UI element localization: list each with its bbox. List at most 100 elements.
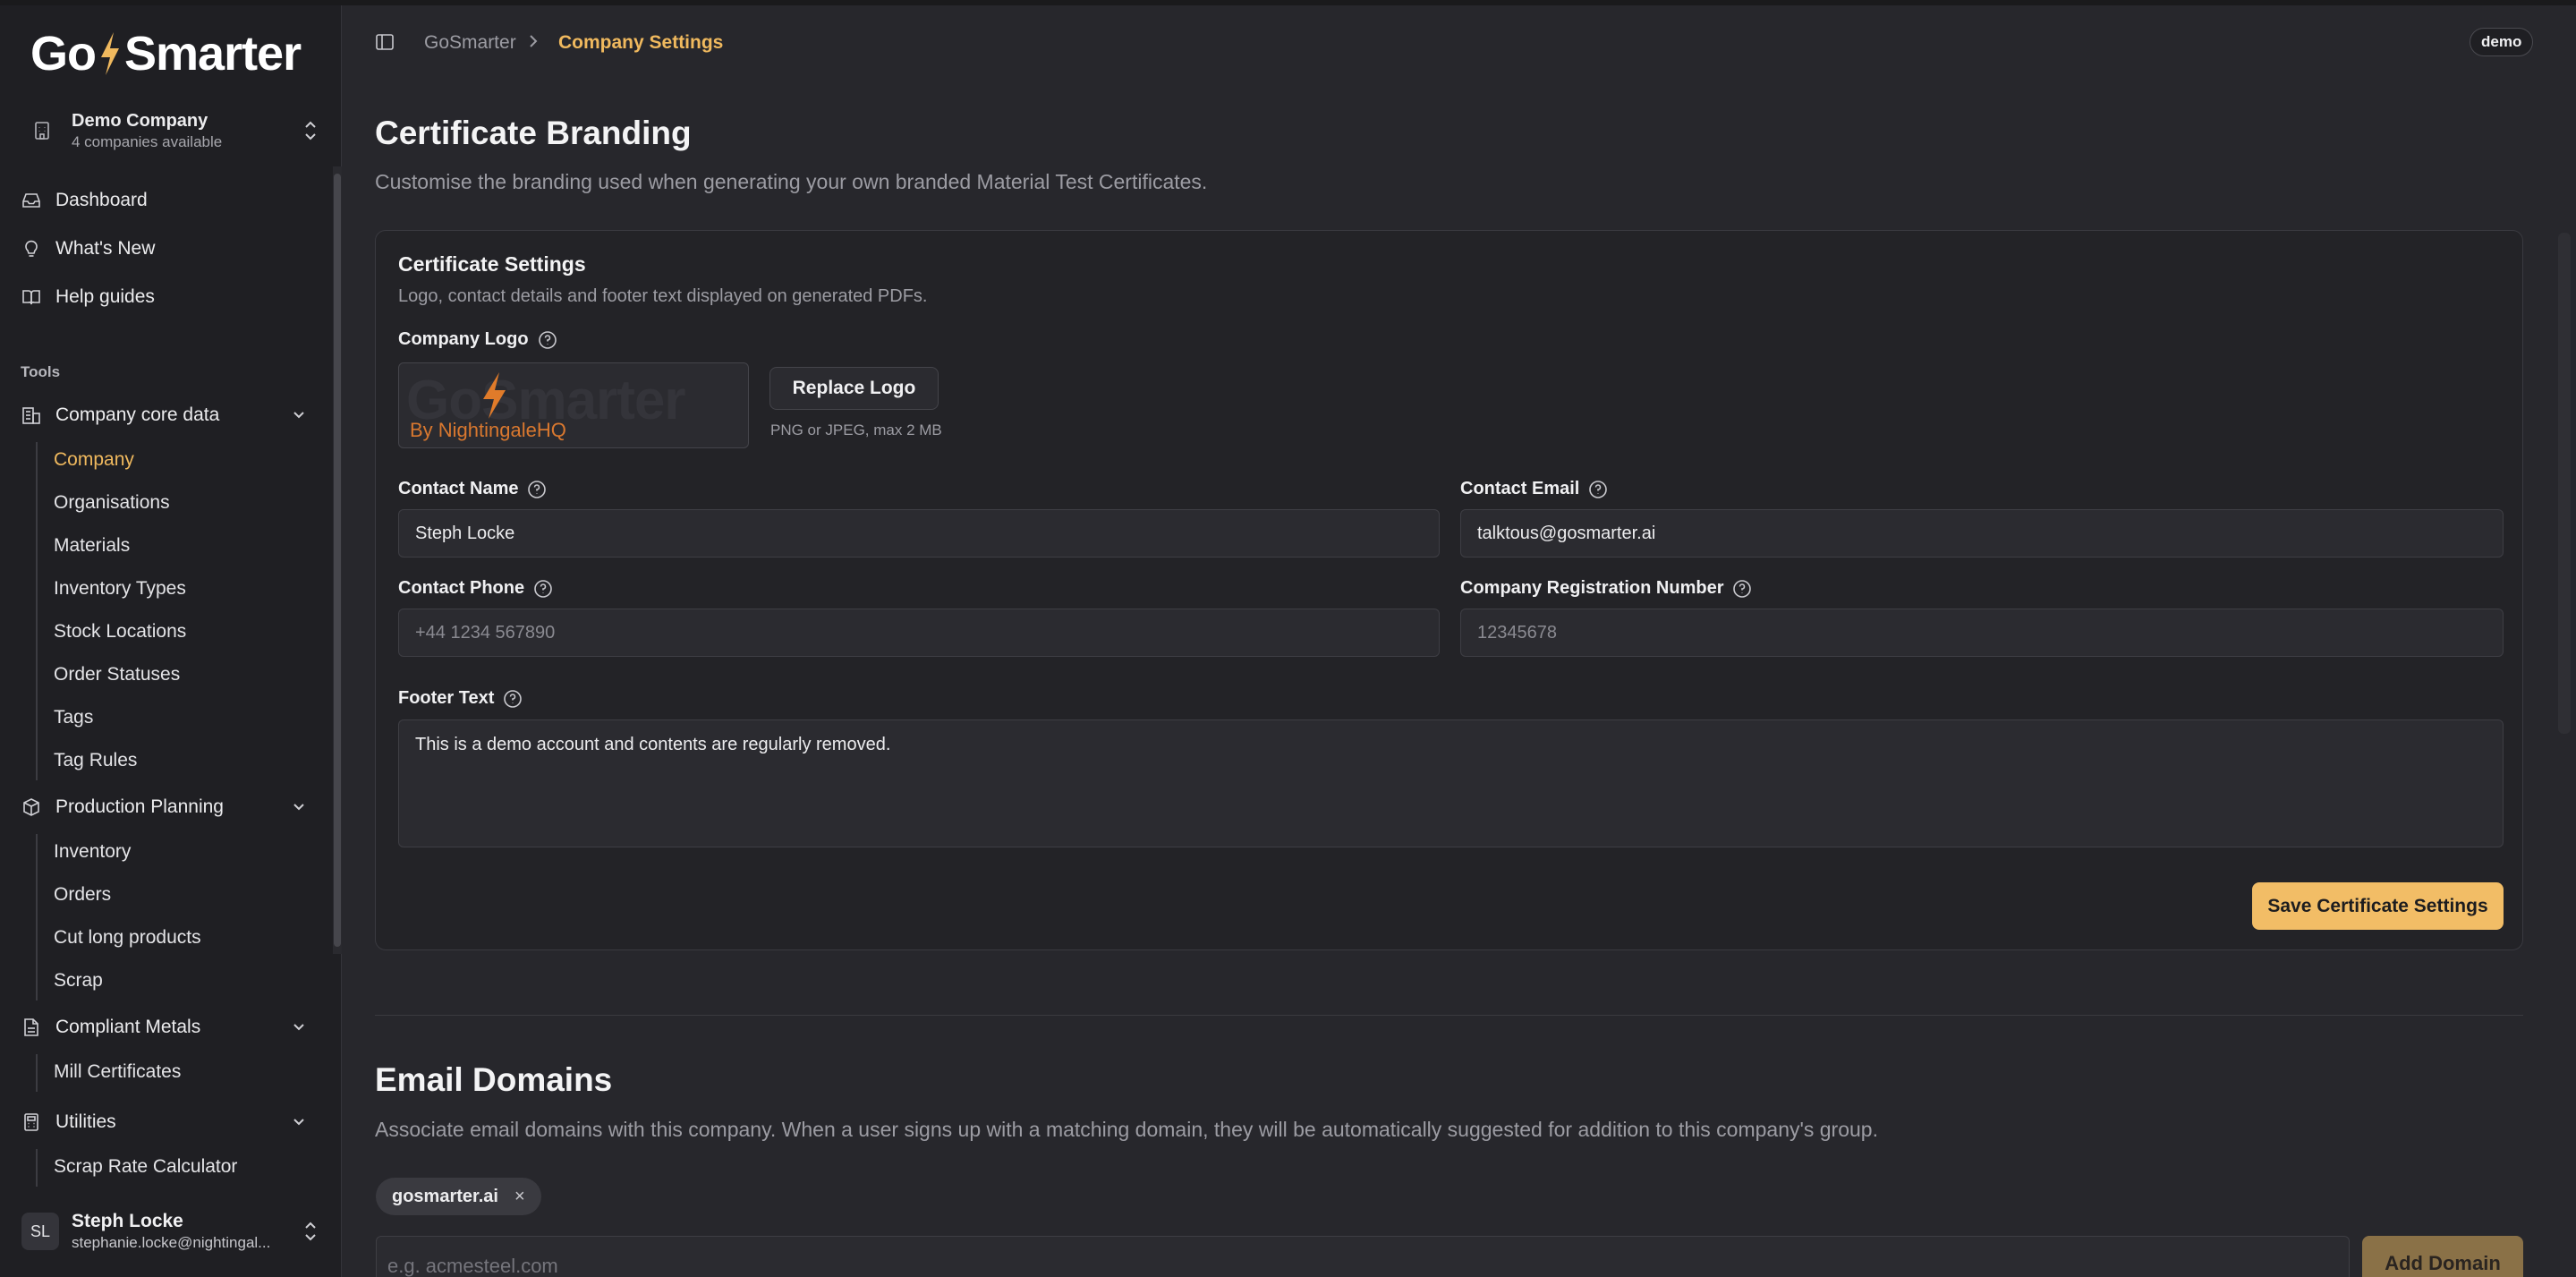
group-utilities-label: Utilities xyxy=(55,1111,116,1132)
app-logo[interactable]: Go Smarter xyxy=(30,27,302,81)
nav-orders[interactable]: Orders xyxy=(54,884,111,906)
user-name: Steph Locke xyxy=(72,1211,183,1231)
replace-logo-button[interactable]: Replace Logo xyxy=(769,367,939,410)
remove-domain-icon[interactable]: × xyxy=(514,1187,525,1207)
contact-name-label: Contact Name xyxy=(398,479,547,499)
company-logo-label: Company Logo xyxy=(398,329,557,350)
domain-input[interactable]: e.g. acmesteel.com xyxy=(376,1236,2350,1277)
nav-dashboard-label: Dashboard xyxy=(55,190,148,210)
help-circle-icon[interactable] xyxy=(503,689,523,709)
contact-email-input[interactable]: talktous@gosmarter.ai xyxy=(1460,509,2504,558)
nav-tag-rules[interactable]: Tag Rules xyxy=(54,750,137,771)
card-title: Certificate Settings xyxy=(398,252,586,276)
chevron-up-down-icon xyxy=(305,121,316,140)
add-domain-button[interactable]: Add Domain xyxy=(2362,1236,2523,1277)
calculator-icon xyxy=(24,1113,38,1131)
contact-phone-label: Contact Phone xyxy=(398,578,553,599)
submenu-rail xyxy=(36,834,38,1000)
domain-chip-label: gosmarter.ai xyxy=(392,1186,498,1206)
certificate-settings-card: Certificate Settings Logo, contact detai… xyxy=(375,230,2523,950)
help-circle-icon[interactable] xyxy=(1732,579,1752,599)
group-compliant-metals[interactable]: Compliant Metals xyxy=(18,1008,322,1047)
group-production-planning[interactable]: Production Planning xyxy=(18,787,322,827)
company-registration-number-label-text: Company Registration Number xyxy=(1460,578,1724,598)
footer-text-label-text: Footer Text xyxy=(398,688,495,708)
nav-scrap[interactable]: Scrap xyxy=(54,970,103,992)
save-certificate-settings-button[interactable]: Save Certificate Settings xyxy=(2252,882,2504,930)
email-domains-title: Email Domains xyxy=(375,1061,613,1098)
chevron-right-icon xyxy=(530,35,538,47)
group-utilities[interactable]: Utilities xyxy=(18,1102,322,1142)
company-count: 4 companies available xyxy=(72,132,223,150)
nav-whats-new-label: What's New xyxy=(55,238,156,259)
card-description: Logo, contact details and footer text di… xyxy=(398,286,928,306)
nav-inventory-types[interactable]: Inventory Types xyxy=(54,578,186,600)
sidebar-toggle-icon[interactable] xyxy=(375,32,395,52)
chevron-down-icon xyxy=(293,804,304,811)
company-registration-number-input[interactable]: 12345678 xyxy=(1460,609,2504,657)
logo-text-go: Go xyxy=(30,27,97,81)
user-menu[interactable]: SL Steph Locke stephanie.locke@nightinga… xyxy=(18,1203,329,1260)
bolt-icon xyxy=(483,372,506,419)
chevron-down-icon xyxy=(293,1119,304,1126)
box-icon xyxy=(23,798,39,816)
company-name: Demo Company xyxy=(72,110,208,131)
nav-cut-long-products[interactable]: Cut long products xyxy=(54,927,201,949)
main-scrollbar[interactable] xyxy=(2558,233,2571,734)
logo-text-smarter: Smarter xyxy=(124,27,302,81)
nav-tags[interactable]: Tags xyxy=(54,707,93,728)
avatar: SL xyxy=(21,1213,59,1250)
group-company-core-data[interactable]: Company core data xyxy=(18,396,322,435)
group-compliant-metals-label: Compliant Metals xyxy=(55,1017,201,1037)
submenu-rail xyxy=(36,442,38,780)
nav-whats-new[interactable]: What's New xyxy=(18,230,322,268)
chevron-down-icon xyxy=(293,412,304,419)
nav-organisations[interactable]: Organisations xyxy=(54,492,170,514)
inbox-icon xyxy=(22,193,40,208)
contact-phone-input[interactable]: +44 1234 567890 xyxy=(398,609,1440,657)
breadcrumb-root[interactable]: GoSmarter xyxy=(424,32,516,54)
environment-badge: demo xyxy=(2470,28,2534,56)
top-header: GoSmarter Company Settings xyxy=(343,5,2576,81)
sidebar: Go Smarter Demo Company 4 companies avai… xyxy=(0,5,342,1277)
submenu-rail xyxy=(36,1054,38,1092)
company-logo-label-text: Company Logo xyxy=(398,329,529,349)
logo-preview-tagline: By NightingaleHQ xyxy=(410,419,566,441)
building-icon xyxy=(35,122,49,140)
contact-phone-label-text: Contact Phone xyxy=(398,578,525,598)
domain-chip: gosmarter.ai × xyxy=(376,1178,541,1215)
nav-dashboard[interactable]: Dashboard xyxy=(18,182,322,219)
company-switcher[interactable]: Demo Company 4 companies available xyxy=(18,98,329,163)
help-circle-icon[interactable] xyxy=(1588,480,1608,499)
nav-mill-certificates[interactable]: Mill Certificates xyxy=(54,1061,181,1083)
help-circle-icon[interactable] xyxy=(527,480,547,499)
group-production-planning-label: Production Planning xyxy=(55,796,224,817)
nav-help-guides[interactable]: Help guides xyxy=(18,278,322,316)
user-email: stephanie.locke@nightingal... xyxy=(72,1234,271,1251)
building-icon xyxy=(22,407,40,424)
page-title: Certificate Branding xyxy=(375,115,692,151)
sidebar-scrollbar-thumb[interactable] xyxy=(334,174,341,947)
nav-help-guides-label: Help guides xyxy=(55,286,155,307)
contact-email-label-text: Contact Email xyxy=(1460,479,1580,498)
lightbulb-icon xyxy=(25,240,38,257)
contact-email-label: Contact Email xyxy=(1460,479,1608,499)
nav-scrap-rate-calculator[interactable]: Scrap Rate Calculator xyxy=(54,1156,237,1178)
nav-stock-locations[interactable]: Stock Locations xyxy=(54,621,186,643)
document-icon xyxy=(24,1018,38,1036)
logo-hint: PNG or JPEG, max 2 MB xyxy=(770,421,942,438)
book-icon xyxy=(22,290,40,305)
help-circle-icon[interactable] xyxy=(533,579,553,599)
nav-materials[interactable]: Materials xyxy=(54,535,130,557)
email-domains-description: Associate email domains with this compan… xyxy=(375,1118,1878,1141)
company-registration-number-label: Company Registration Number xyxy=(1460,578,1752,599)
chevron-up-down-icon xyxy=(305,1222,316,1241)
help-circle-icon[interactable] xyxy=(538,330,557,350)
contact-name-input[interactable]: Steph Locke xyxy=(398,509,1440,558)
tools-section-label: Tools xyxy=(21,363,61,380)
nav-order-statuses[interactable]: Order Statuses xyxy=(54,664,180,685)
nav-company[interactable]: Company xyxy=(54,449,134,471)
footer-text-textarea[interactable]: This is a demo account and contents are … xyxy=(398,719,2504,847)
nav-inventory[interactable]: Inventory xyxy=(54,841,131,863)
contact-name-label-text: Contact Name xyxy=(398,479,519,498)
